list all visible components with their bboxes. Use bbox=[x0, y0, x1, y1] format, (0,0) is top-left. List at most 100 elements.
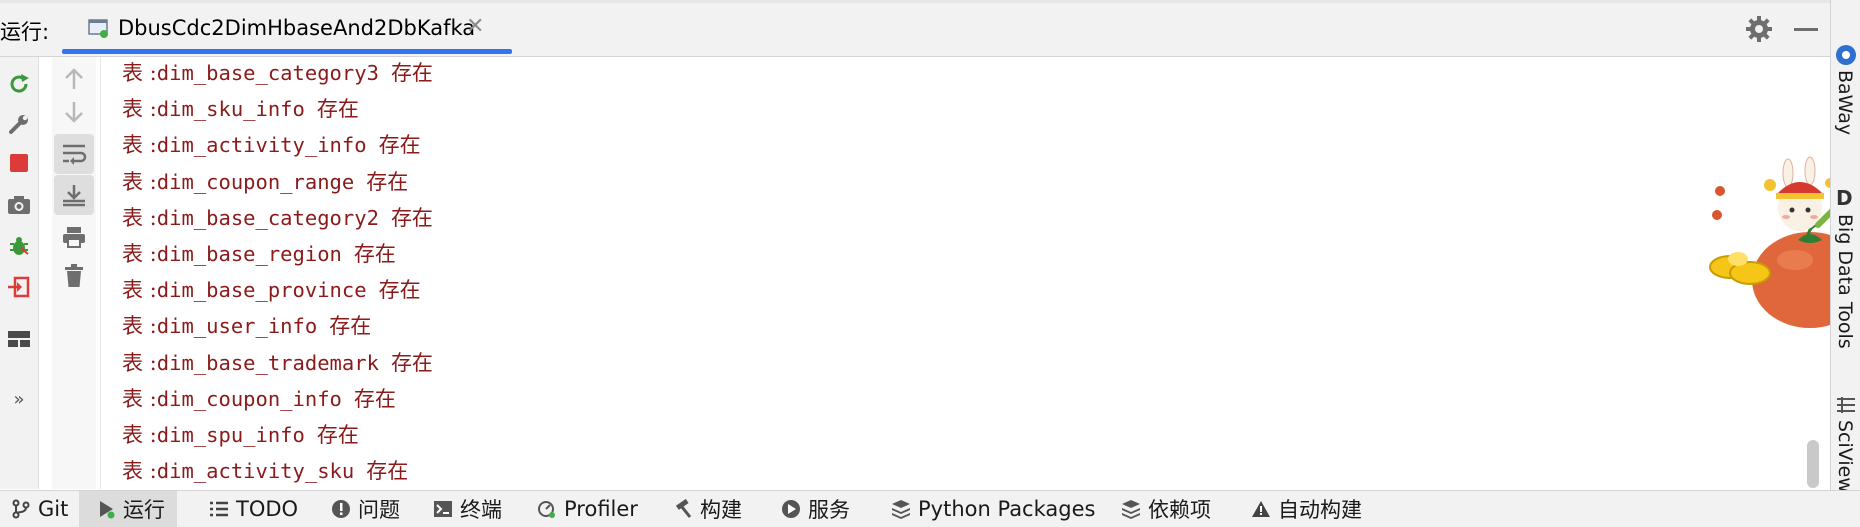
minimize-icon[interactable] bbox=[1794, 28, 1818, 31]
console-line: 表 :dim_base_province 存在 bbox=[122, 274, 421, 310]
python-packages-icon bbox=[890, 498, 912, 520]
console-scrollbar-thumb[interactable] bbox=[1807, 440, 1819, 488]
exit-login-icon[interactable] bbox=[4, 272, 34, 302]
console-line-suffix: 存在 bbox=[329, 314, 372, 339]
run-config-tab-label: DbusCdc2DimHbaseAnd2DbKafka bbox=[118, 16, 476, 40]
bottom-tab-label: Profiler bbox=[564, 497, 638, 521]
sciview-icon bbox=[1836, 396, 1856, 414]
bottom-tab-label: 运行 bbox=[123, 498, 165, 522]
bottom-tab-label: 自动构建 bbox=[1278, 498, 1362, 522]
console-line-suffix: 存在 bbox=[378, 278, 421, 303]
profiler-icon bbox=[536, 498, 558, 520]
bottom-tab-9[interactable]: 依赖项 bbox=[1120, 491, 1211, 527]
bottom-tab-7[interactable]: 服务 bbox=[780, 491, 850, 527]
console-line-prefix: 表 : bbox=[122, 459, 157, 484]
trash-clear-icon[interactable] bbox=[54, 256, 94, 296]
edit-config-wrench-icon[interactable] bbox=[4, 109, 34, 139]
console-line: 表 :dim_activity_info 存在 bbox=[122, 129, 421, 165]
console-line-suffix: 存在 bbox=[390, 350, 433, 375]
console-line: 表 :dim_coupon_range 存在 bbox=[122, 166, 408, 202]
close-tab-icon[interactable]: ✕ bbox=[466, 14, 484, 39]
console-line-prefix: 表 : bbox=[122, 314, 157, 339]
services-icon bbox=[780, 498, 802, 520]
console-line-prefix: 表 : bbox=[122, 133, 157, 158]
console-line-table-name: dim_activity_info bbox=[156, 133, 367, 158]
auto-build-warning-icon bbox=[1250, 498, 1272, 520]
bottom-tab-10[interactable]: 自动构建 bbox=[1250, 491, 1362, 527]
bottom-tab-1[interactable]: 运行 bbox=[79, 491, 177, 527]
console-line-suffix: 存在 bbox=[316, 97, 359, 122]
console-line: 表 :dim_sku_info 存在 bbox=[122, 93, 359, 129]
console-line-prefix: 表 : bbox=[122, 169, 157, 194]
down-arrow-icon[interactable] bbox=[54, 92, 94, 132]
console-line-table-name: dim_sku_info bbox=[156, 97, 305, 122]
console-line-table-name: dim_base_category2 bbox=[156, 205, 379, 230]
build-hammer-icon bbox=[672, 498, 694, 520]
console-line-suffix: 存在 bbox=[390, 61, 433, 85]
console-line-prefix: 表 : bbox=[122, 61, 157, 85]
rerun-icon[interactable] bbox=[4, 69, 34, 99]
run-icon bbox=[95, 498, 117, 520]
console-line: 表 :dim_user_info 存在 bbox=[122, 310, 371, 346]
right-tool-stripe: BaWay D Big Data Tools SciView bbox=[1830, 0, 1860, 526]
console-line-table-name: dim_base_category3 bbox=[156, 61, 379, 85]
bottom-tab-label: 构建 bbox=[700, 498, 742, 522]
console-line-prefix: 表 : bbox=[122, 423, 157, 447]
console-line-suffix: 存在 bbox=[353, 242, 396, 266]
console-line-table-name: dim_coupon_range bbox=[156, 169, 355, 194]
console-line-table-name: dim_user_info bbox=[156, 314, 318, 339]
bottom-tab-label: 终端 bbox=[460, 498, 502, 522]
camera-dump-icon[interactable] bbox=[4, 190, 34, 220]
console-line-table-name: dim_base_province bbox=[156, 278, 367, 303]
soft-wrap-icon[interactable] bbox=[54, 134, 94, 174]
run-config-icon bbox=[88, 19, 108, 38]
console-line-table-name: dim_coupon_info bbox=[156, 386, 342, 411]
console-line-suffix: 存在 bbox=[353, 386, 396, 411]
sidebar-item-sciview[interactable]: SciView bbox=[1834, 420, 1856, 493]
console-line-prefix: 表 : bbox=[122, 242, 157, 266]
console-line-suffix: 存在 bbox=[390, 205, 433, 230]
run-label: 运行: bbox=[0, 20, 50, 44]
run-config-tab[interactable]: DbusCdc2DimHbaseAnd2DbKafka ✕ bbox=[62, 0, 512, 54]
console-line-table-name: dim_base_region bbox=[156, 242, 342, 266]
sidebar-item-big-data-tools[interactable]: Big Data Tools bbox=[1834, 214, 1856, 349]
console-line: 表 :dim_base_category3 存在 bbox=[122, 57, 433, 93]
bottom-tab-label: Git bbox=[38, 497, 69, 521]
print-icon[interactable] bbox=[54, 217, 94, 257]
bottom-tab-6[interactable]: 构建 bbox=[672, 491, 742, 527]
console-line: 表 :dim_spu_info 存在 bbox=[122, 419, 359, 455]
git-branch-icon bbox=[10, 498, 32, 520]
console-line-prefix: 表 : bbox=[122, 278, 157, 303]
console-line-suffix: 存在 bbox=[366, 459, 409, 484]
scroll-to-end-icon[interactable] bbox=[54, 175, 94, 215]
console-output[interactable]: 表 :dim_base_category3 存在表 :dim_sku_info 存在… bbox=[102, 57, 1820, 489]
stop-icon[interactable] bbox=[4, 148, 34, 178]
bottom-tab-8[interactable]: Python Packages bbox=[890, 491, 1095, 527]
console-line: 表 :dim_base_category2 存在 bbox=[122, 202, 433, 238]
bottom-tab-5[interactable]: Profiler bbox=[536, 491, 638, 527]
console-actions-toolbar bbox=[52, 57, 96, 489]
bottom-tab-label: 问题 bbox=[358, 498, 400, 522]
bottom-tab-3[interactable]: 问题 bbox=[330, 491, 400, 527]
console-line: 表 :dim_activity_sku 存在 bbox=[122, 455, 408, 489]
console-line-table-name: dim_base_trademark bbox=[156, 350, 379, 375]
console-line-prefix: 表 : bbox=[122, 350, 157, 375]
baway-icon bbox=[1835, 44, 1857, 66]
bottom-tab-2[interactable]: TODO bbox=[208, 491, 298, 527]
bottom-tab-4[interactable]: 终端 bbox=[432, 491, 502, 527]
console-line-table-name: dim_spu_info bbox=[156, 423, 305, 447]
gear-icon[interactable] bbox=[1744, 14, 1774, 44]
console-line: 表 :dim_base_trademark 存在 bbox=[122, 347, 433, 383]
todo-list-icon bbox=[208, 498, 230, 520]
terminal-icon bbox=[432, 498, 454, 520]
layout-icon[interactable] bbox=[4, 324, 34, 354]
active-tab-underline bbox=[62, 49, 512, 54]
more-chevrons-icon[interactable]: » bbox=[4, 384, 34, 414]
debug-bug-icon[interactable] bbox=[4, 231, 34, 261]
sidebar-item-baway[interactable]: BaWay bbox=[1834, 70, 1856, 135]
console-line-prefix: 表 : bbox=[122, 205, 157, 230]
console-line-prefix: 表 : bbox=[122, 97, 157, 122]
bottom-tab-0[interactable]: Git bbox=[10, 491, 68, 527]
bottom-tab-label: 服务 bbox=[808, 498, 850, 522]
console-line-suffix: 存在 bbox=[378, 133, 421, 158]
